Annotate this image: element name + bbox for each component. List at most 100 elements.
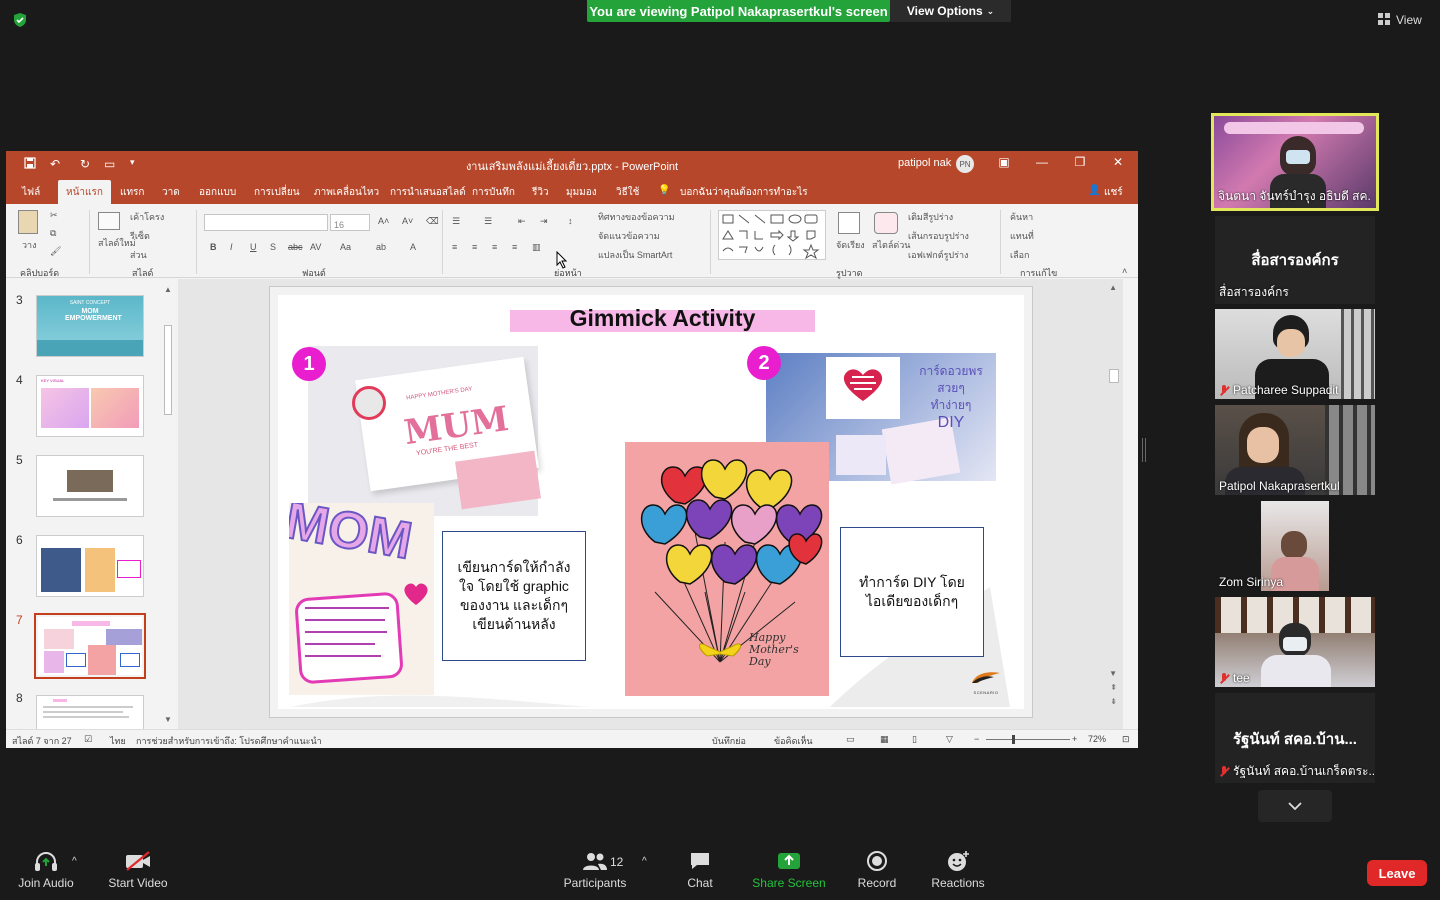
accessibility-status[interactable]: การช่วยสำหรับการเข้าถึง: โปรดศึกษาคำแนะน…: [136, 734, 322, 748]
copy-icon[interactable]: ⧉: [50, 228, 56, 239]
arrange-icon[interactable]: [838, 212, 860, 234]
zoom-out-icon[interactable]: −: [974, 734, 979, 744]
shadow-icon[interactable]: S: [270, 242, 276, 252]
next-slide-icon[interactable]: ⇟: [1110, 697, 1117, 706]
format-painter-icon[interactable]: 🖌: [50, 246, 61, 257]
slideshow-view-icon[interactable]: ▽: [946, 734, 953, 745]
increase-indent-icon[interactable]: ⇥: [540, 216, 548, 227]
collapse-ribbon-icon[interactable]: ˄: [1122, 266, 1127, 276]
active-speaker-tile[interactable]: จินตนา จันทร์บำรุง อธิบดี สค.: [1211, 113, 1379, 211]
participant-tile[interactable]: Patipol Nakaprasertkul: [1215, 405, 1375, 495]
align-text-button[interactable]: จัดแนวข้อความ: [598, 229, 660, 243]
char-spacing-icon[interactable]: AV: [310, 242, 321, 252]
chat-button[interactable]: Chat: [680, 850, 720, 890]
tab-design[interactable]: ออกแบบ: [199, 185, 236, 200]
restore-icon[interactable]: ❐: [1072, 155, 1088, 171]
paste-button[interactable]: วาง: [22, 238, 37, 252]
leave-button[interactable]: Leave: [1367, 860, 1427, 886]
reset-button[interactable]: รีเซ็ต: [130, 229, 150, 243]
decrease-indent-icon[interactable]: ⇤: [518, 216, 526, 227]
reading-view-icon[interactable]: ▯: [912, 734, 917, 745]
strikethrough-icon[interactable]: abc: [288, 242, 303, 252]
layout-button[interactable]: เค้าโครง: [130, 210, 164, 224]
font-name-dropdown[interactable]: [204, 214, 328, 231]
align-left-icon[interactable]: ≡: [452, 242, 457, 252]
zoom-level[interactable]: 72%: [1088, 734, 1106, 744]
tab-file[interactable]: ไฟล์: [22, 185, 40, 200]
tab-record[interactable]: การบันทึก: [472, 185, 515, 200]
tab-help[interactable]: วิธีใช้: [616, 185, 639, 200]
tab-slideshow[interactable]: การนำเสนอสไลด์: [390, 185, 466, 200]
line-spacing-icon[interactable]: ↕: [568, 216, 573, 226]
join-audio-button[interactable]: Join Audio: [14, 850, 78, 890]
numbering-icon[interactable]: ☰: [484, 216, 492, 227]
clear-format-icon[interactable]: ⌫: [426, 216, 439, 227]
start-video-button[interactable]: Start Video: [104, 850, 172, 890]
tab-view[interactable]: มุมมอง: [566, 185, 597, 200]
zoom-slider-thumb[interactable]: [1012, 735, 1015, 744]
shape-effects-button[interactable]: เอฟเฟกต์รูปร่าง: [908, 248, 968, 262]
quick-styles-button[interactable]: สไตล์ด่วน: [872, 238, 910, 252]
ribbon-display-icon[interactable]: ▣: [996, 155, 1012, 171]
replace-button[interactable]: แทนที่: [1010, 229, 1034, 243]
zoom-slider[interactable]: [986, 739, 1070, 740]
find-button[interactable]: ค้นหา: [1010, 210, 1033, 224]
slide-thumbnail-selected[interactable]: [34, 613, 146, 679]
slide-thumbnail[interactable]: KEY VISUAL: [36, 375, 144, 437]
highlight-icon[interactable]: ab: [376, 242, 386, 252]
panel-splitter[interactable]: [1142, 438, 1146, 462]
tab-review[interactable]: รีวิว: [532, 185, 549, 200]
avatar[interactable]: PN: [956, 155, 974, 173]
account-name[interactable]: patipol nak: [898, 157, 951, 169]
tab-animations[interactable]: ภาพเคลื่อนไหว: [314, 185, 379, 200]
record-button[interactable]: Record: [854, 850, 900, 890]
language-indicator[interactable]: ไทย: [110, 734, 126, 748]
participants-options-caret[interactable]: ^: [642, 856, 647, 867]
tab-transitions[interactable]: การเปลี่ยน: [254, 185, 300, 200]
columns-icon[interactable]: ▥: [532, 242, 541, 253]
shapes-gallery[interactable]: [718, 210, 826, 260]
smartart-button[interactable]: แปลงเป็น SmartArt: [598, 248, 672, 262]
participant-tile[interactable]: Patcharee Suppadit: [1215, 309, 1375, 399]
slide-sorter-icon[interactable]: ▦: [880, 734, 889, 745]
notes-button[interactable]: บันทึกย่อ: [712, 734, 746, 748]
share-button[interactable]: แชร์: [1104, 185, 1123, 200]
justify-icon[interactable]: ≡: [512, 242, 517, 252]
scroll-up-icon[interactable]: ▲: [1109, 283, 1117, 292]
comments-button[interactable]: ข้อคิดเห็น: [774, 734, 813, 748]
participant-tile[interactable]: tee: [1215, 597, 1375, 687]
fit-slide-icon[interactable]: ⊡: [1122, 734, 1130, 745]
shape-outline-button[interactable]: เส้นกรอบรูปร่าง: [908, 229, 969, 243]
tab-home[interactable]: หน้าแรก: [58, 180, 111, 206]
minimize-icon[interactable]: —: [1034, 155, 1050, 171]
arrange-button[interactable]: จัดเรียง: [836, 238, 865, 252]
reactions-button[interactable]: Reactions: [928, 850, 988, 890]
underline-icon[interactable]: U: [250, 242, 257, 252]
align-right-icon[interactable]: ≡: [492, 242, 497, 252]
slide-thumbnail[interactable]: SAINT CONCEPT MOM EMPOWERMENT: [36, 295, 144, 357]
slide-thumbnail[interactable]: [36, 455, 144, 517]
scroll-down-icon[interactable]: ▼: [1109, 669, 1117, 678]
thumbnails-scrollbar[interactable]: ▲ ▼: [162, 285, 174, 725]
security-shield-icon[interactable]: [12, 12, 28, 28]
participant-tile[interactable]: สื่อสารองค์กร สื่อสารองค์กร: [1215, 216, 1375, 304]
participant-tile[interactable]: Zom Sirinya: [1215, 501, 1375, 591]
quick-styles-icon[interactable]: [874, 212, 898, 234]
audio-options-caret[interactable]: ^: [72, 856, 77, 867]
section-button[interactable]: ส่วน: [130, 248, 147, 262]
close-icon[interactable]: ✕: [1110, 155, 1126, 171]
cut-icon[interactable]: ✂: [50, 210, 58, 221]
tab-draw[interactable]: วาด: [162, 185, 180, 200]
normal-view-icon[interactable]: ▭: [846, 734, 855, 745]
spellcheck-icon[interactable]: ☑: [84, 734, 92, 745]
paste-icon[interactable]: [18, 210, 38, 234]
tab-insert[interactable]: แทรก: [120, 185, 144, 200]
current-slide[interactable]: Gimmick Activity HAPPY MOTHER'S DAY MUM …: [270, 287, 1032, 717]
previous-slide-icon[interactable]: ⇞: [1110, 683, 1117, 692]
participant-tile[interactable]: รัฐนันท์ สคอ.บ้าน... รัฐนันท์ สคอ.บ้านเก…: [1215, 693, 1375, 783]
italic-icon[interactable]: I: [230, 242, 233, 252]
view-button[interactable]: View: [1378, 10, 1434, 30]
canvas-scrollbar-thumb[interactable]: [1109, 369, 1119, 383]
grow-font-icon[interactable]: A˄: [378, 216, 389, 226]
shrink-font-icon[interactable]: A˅: [402, 216, 413, 226]
